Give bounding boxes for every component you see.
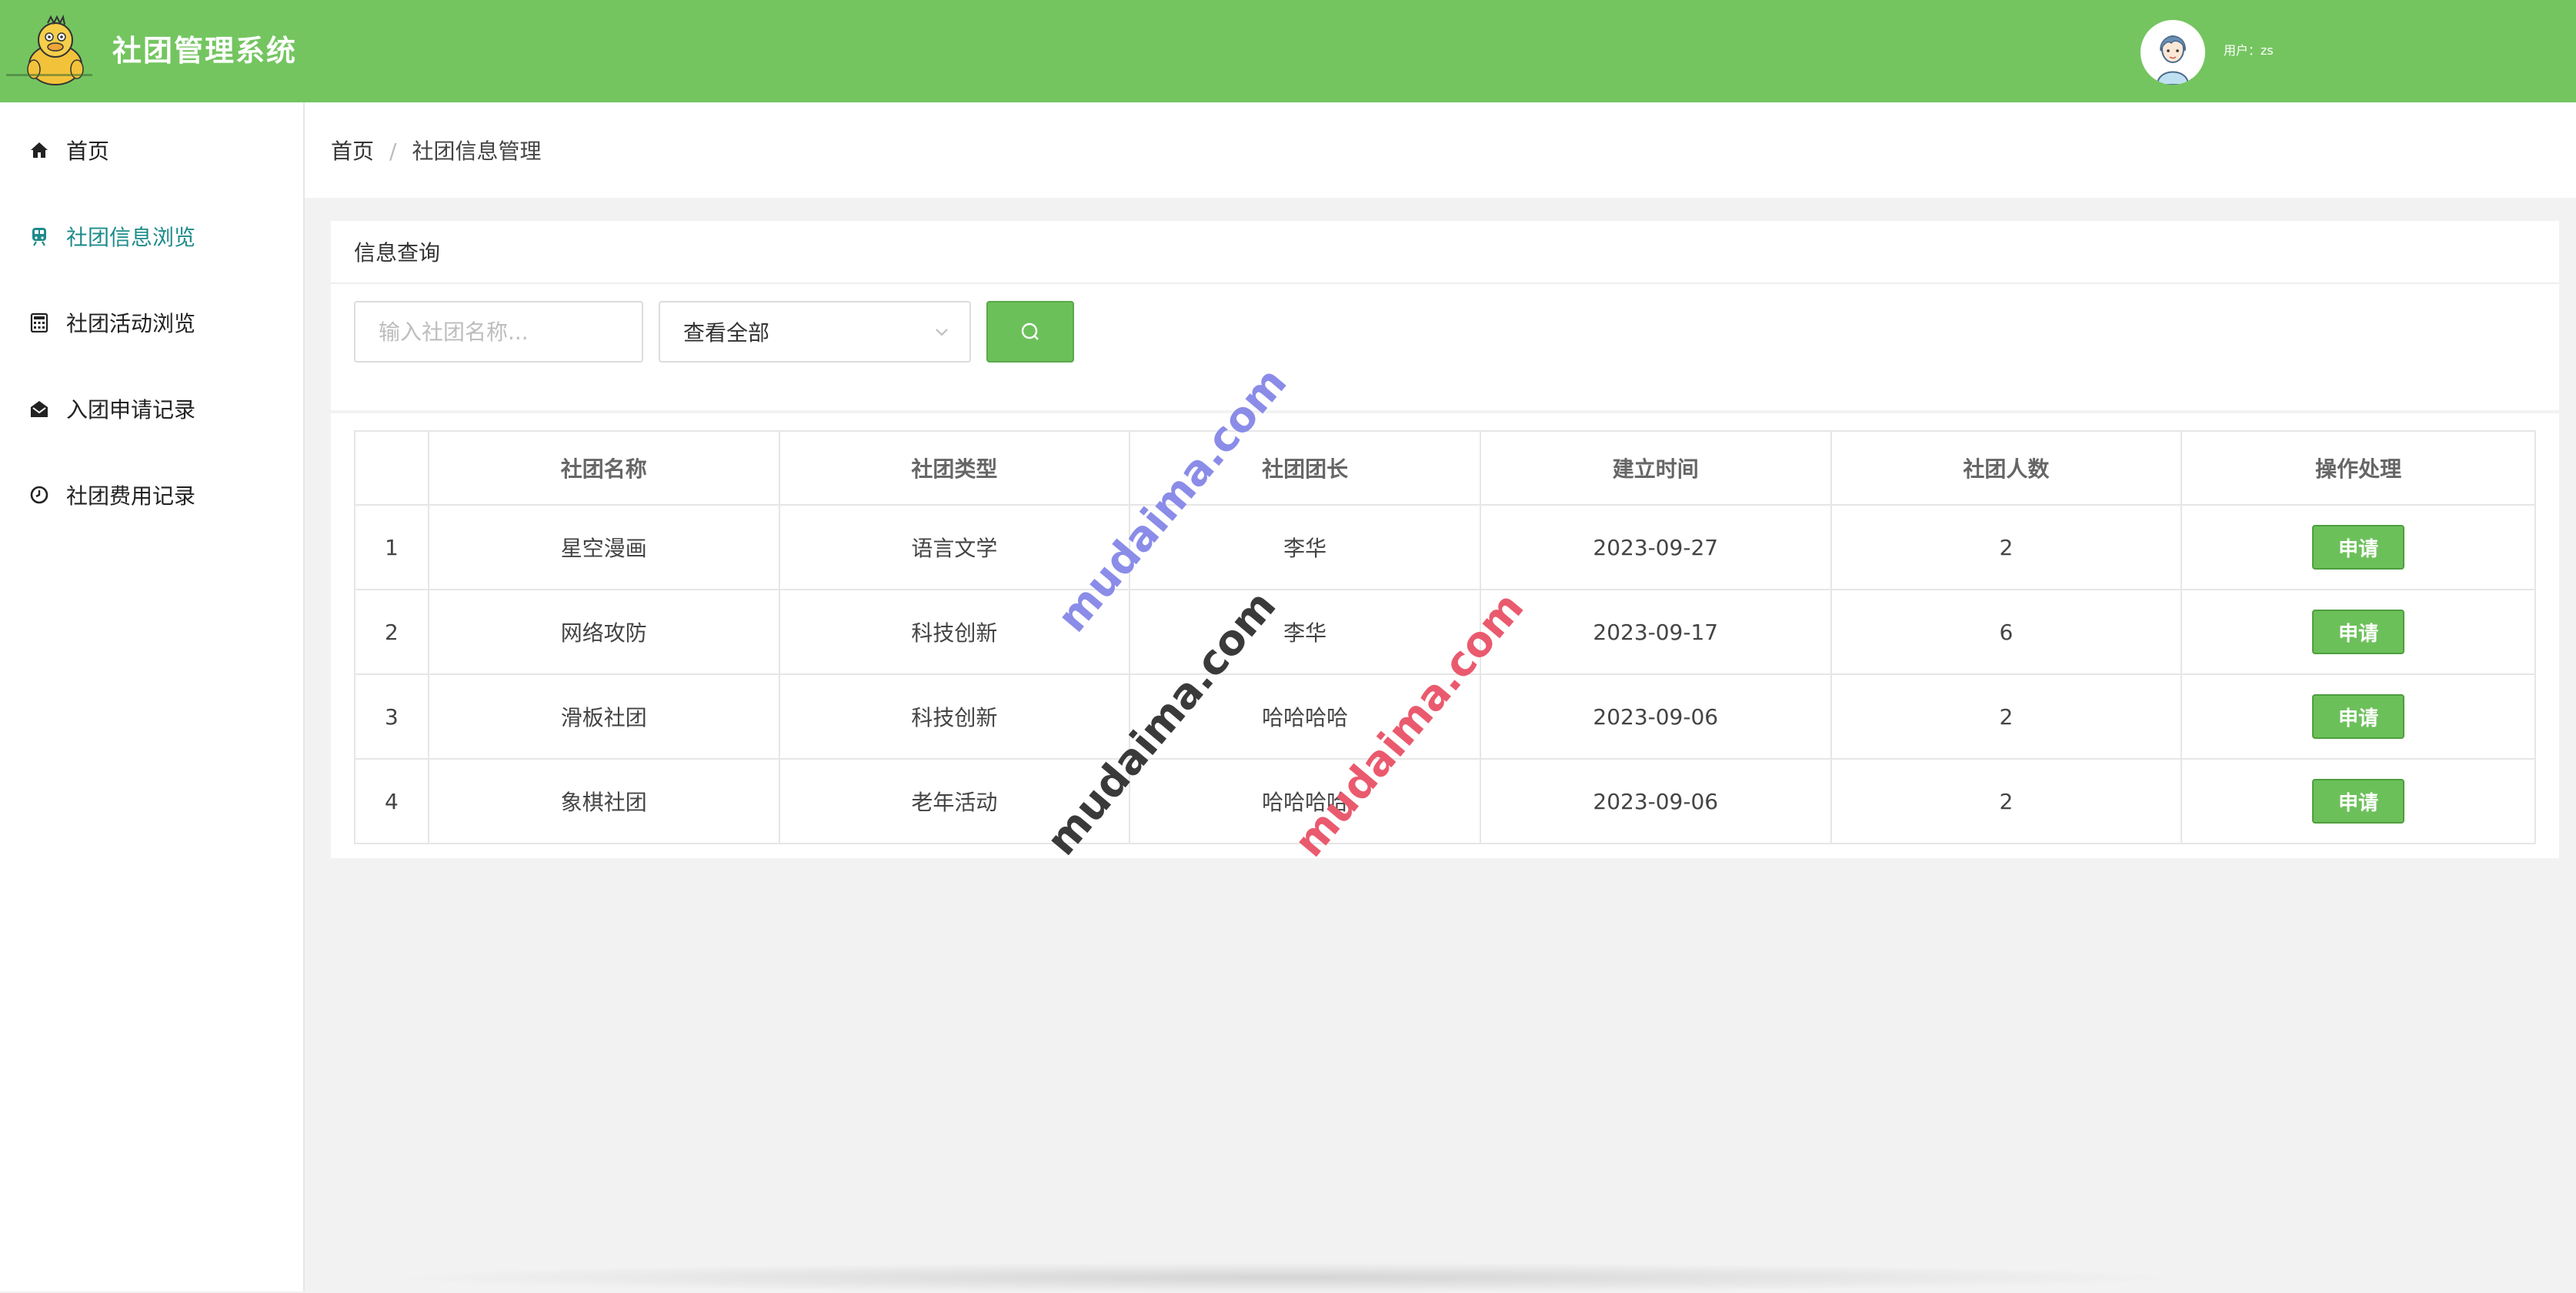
cell-members: 6 [1830,589,2183,675]
logo-underline [6,74,92,76]
cell-index: 2 [354,589,429,675]
column-header-name: 社团名称 [427,430,780,506]
search-button[interactable] [986,301,1074,363]
breadcrumb-home-link[interactable]: 首页 [331,136,374,167]
column-header-leader: 社团团长 [1129,430,1481,506]
query-card: 信息查询 查看全部 [331,221,2559,410]
cell-date: 2023-09-06 [1479,758,1832,844]
cell-members: 2 [1830,758,2183,844]
cell-name: 象棋社团 [427,758,780,844]
sidebar-item-label: 入团申请记录 [66,397,196,423]
chevron-down-icon [936,329,948,336]
search-icon [1021,322,1039,340]
user-avatar[interactable] [2141,20,2205,85]
cell-name: 网络攻防 [427,589,780,675]
user-label[interactable]: 用户：zs [2224,42,2274,60]
query-card-title: 信息查询 [331,221,2559,284]
column-header-action: 操作处理 [2181,430,2536,506]
cell-name: 滑板社团 [427,673,780,760]
column-header-members: 社团人数 [1830,430,2183,506]
cell-date: 2023-09-17 [1479,589,1832,675]
cell-name: 星空漫画 [427,504,780,590]
table-row: 1 星空漫画 语言文学 李华 2023-09-27 2 申请 [354,504,2536,590]
cell-action: 申请 [2181,589,2536,675]
sidebar-item-fee-records[interactable]: 社团费用记录 [0,464,303,526]
cell-date: 2023-09-27 [1479,504,1832,590]
cell-type: 语言文学 [778,504,1131,590]
column-header-type: 社团类型 [778,430,1131,506]
breadcrumb-current: 社团信息管理 [412,139,542,164]
sidebar-item-join-records[interactable]: 入团申请记录 [0,378,303,439]
envelope-open-icon [28,397,51,420]
sidebar-item-club-info[interactable]: 社团信息浏览 [0,205,303,267]
sidebar-item-label: 社团费用记录 [66,483,196,509]
home-icon [28,139,51,162]
column-header-date: 建立时间 [1479,430,1832,506]
cell-leader: 哈哈哈哈 [1129,758,1481,844]
cell-action: 申请 [2181,673,2536,760]
breadcrumb: 首页 / 社团信息管理 [331,136,541,167]
cell-members: 2 [1830,504,2183,590]
top-header: 社团管理系统 用户：zs [0,0,2576,102]
bottom-shadow [369,1262,2201,1293]
app-title: 社团管理系统 [112,34,298,68]
cell-index: 3 [354,673,429,760]
cell-index: 4 [354,758,429,844]
calculator-icon [28,311,51,334]
column-header-index [354,430,429,506]
table-row: 2 网络攻防 科技创新 李华 2023-09-17 6 申请 [354,589,2536,675]
cell-leader: 李华 [1129,589,1481,675]
table-row: 4 象棋社团 老年活动 哈哈哈哈 2023-09-06 2 申请 [354,758,2536,844]
breadcrumb-bar: 首页 / 社团信息管理 [305,102,2576,198]
apply-button[interactable]: 申请 [2312,694,2405,739]
cell-leader: 哈哈哈哈 [1129,673,1481,760]
sidebar: 首页 社团信息浏览 社团活动浏览 入团申请记录 社团费用记录 [0,102,305,1291]
train-icon [28,225,51,248]
sidebar-item-label: 社团信息浏览 [66,225,196,250]
sidebar-item-club-activities[interactable]: 社团活动浏览 [0,292,303,353]
cell-leader: 李华 [1129,504,1481,590]
cell-action: 申请 [2181,504,2536,590]
cell-type: 科技创新 [778,673,1131,760]
cell-action: 申请 [2181,758,2536,844]
club-name-search-input[interactable] [354,301,643,363]
avatar-icon [2141,20,2205,85]
sidebar-item-label: 首页 [66,139,110,164]
club-table: 社团名称 社团类型 社团团长 建立时间 社团人数 操作处理 1 星空漫画 语言文… [354,430,2536,844]
sidebar-item-home[interactable]: 首页 [0,119,303,181]
clock-icon [28,483,51,506]
table-header-row: 社团名称 社团类型 社团团长 建立时间 社团人数 操作处理 [354,430,2536,506]
apply-button[interactable]: 申请 [2312,525,2405,570]
cell-type: 老年活动 [778,758,1131,844]
cell-date: 2023-09-06 [1479,673,1832,760]
table-row: 3 滑板社团 科技创新 哈哈哈哈 2023-09-06 2 申请 [354,673,2536,760]
cell-members: 2 [1830,673,2183,760]
apply-button[interactable]: 申请 [2312,610,2405,654]
cell-index: 1 [354,504,429,590]
apply-button[interactable]: 申请 [2312,779,2405,824]
cell-type: 科技创新 [778,589,1131,675]
club-type-select-value: 查看全部 [683,320,770,346]
club-type-select[interactable]: 查看全部 [659,301,971,363]
breadcrumb-separator: / [389,139,397,164]
duck-logo-icon [27,14,84,85]
sidebar-item-label: 社团活动浏览 [66,311,196,336]
club-table-card: 社团名称 社团类型 社团团长 建立时间 社团人数 操作处理 1 星空漫画 语言文… [331,413,2559,858]
